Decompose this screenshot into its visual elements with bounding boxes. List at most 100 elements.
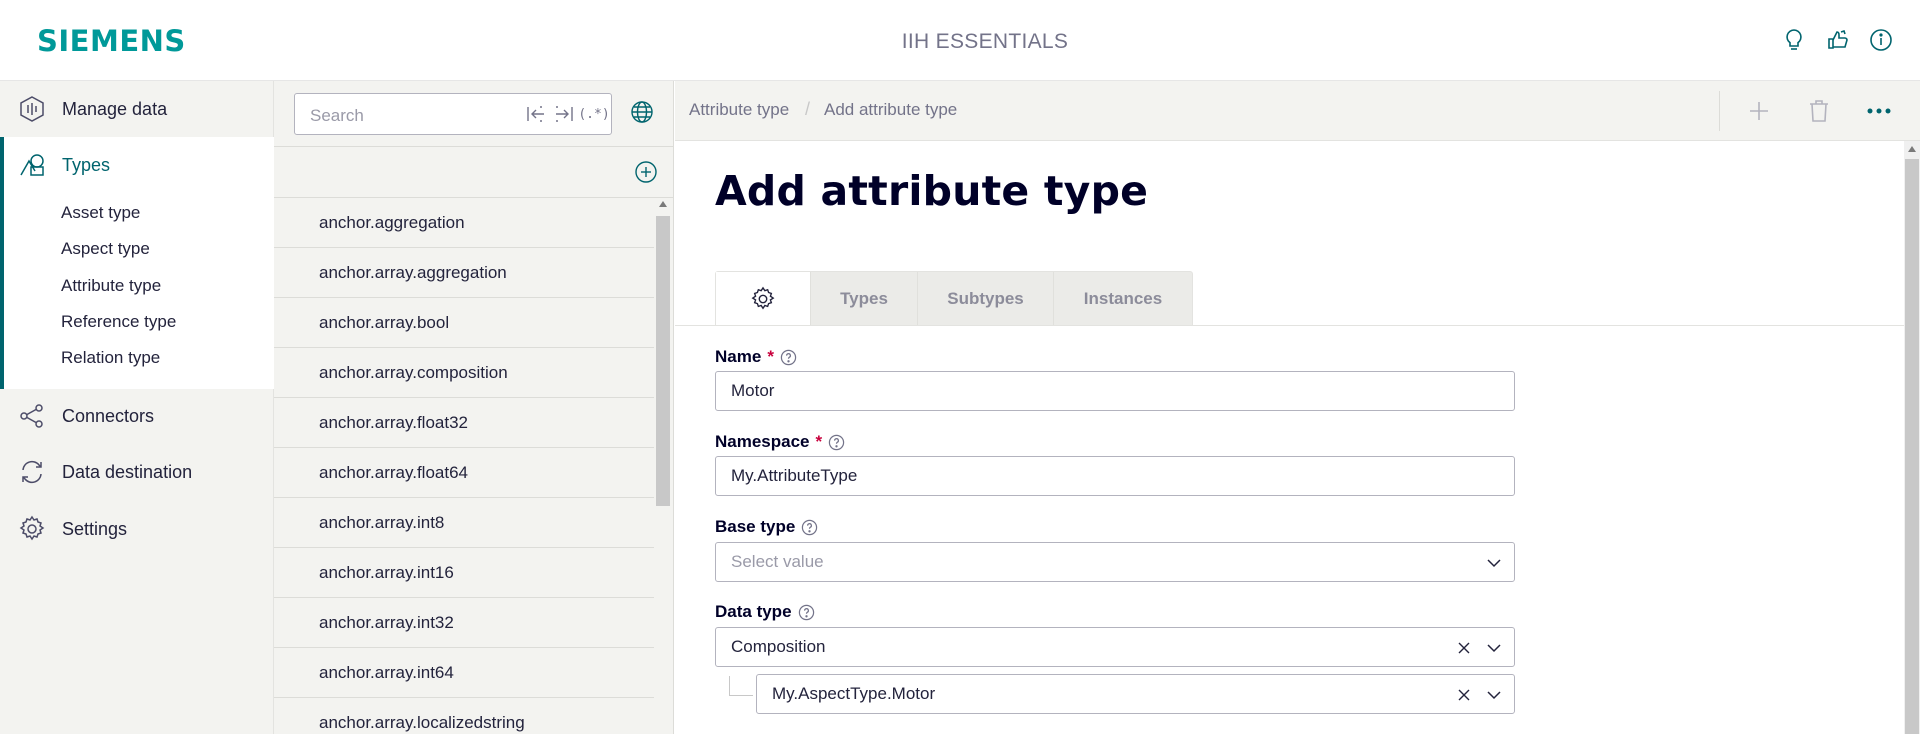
scrollbar-thumb[interactable] xyxy=(1905,159,1919,734)
list-item[interactable]: anchor.array.aggregation xyxy=(274,248,654,298)
required-marker: * xyxy=(815,432,823,451)
list-item[interactable]: anchor.array.bool xyxy=(274,298,654,348)
lightbulb-icon[interactable] xyxy=(1781,27,1807,53)
name-label: Name * xyxy=(715,347,797,367)
feedback-icon[interactable] xyxy=(1825,27,1851,53)
chevron-down-icon[interactable] xyxy=(1486,640,1502,656)
help-icon[interactable] xyxy=(801,519,818,536)
name-field[interactable]: Motor xyxy=(715,371,1515,411)
gear-icon xyxy=(18,515,46,543)
nav-item-connectors[interactable]: Connectors xyxy=(0,388,274,444)
detail-panel: Attribute type / Add attribute type Add … xyxy=(675,81,1920,734)
list-item[interactable]: anchor.array.int32 xyxy=(274,598,654,648)
globe-icon[interactable] xyxy=(629,99,657,127)
tab-bar: Types Subtypes Instances xyxy=(715,271,1193,326)
name-label-text: Name xyxy=(715,347,762,366)
scroll-up-arrow-icon[interactable] xyxy=(659,201,667,207)
sub-item-reference-type[interactable]: Reference type xyxy=(61,312,176,332)
help-icon[interactable] xyxy=(828,434,845,451)
list-item[interactable]: anchor.array.int8 xyxy=(274,498,654,548)
data-type-select[interactable]: Composition xyxy=(715,627,1515,667)
chevron-down-icon[interactable] xyxy=(1486,687,1502,703)
nav-item-manage-data[interactable]: Manage data xyxy=(0,81,274,137)
match-start-icon[interactable] xyxy=(525,103,547,125)
nav-item-types[interactable]: Types Asset type Aspect type Attribute t… xyxy=(0,137,274,389)
namespace-label-text: Namespace xyxy=(715,432,810,451)
search-placeholder: Search xyxy=(310,106,364,125)
sync-icon xyxy=(18,458,46,486)
base-type-placeholder: Select value xyxy=(731,552,824,571)
composition-reference-select[interactable]: My.AspectType.Motor xyxy=(756,674,1515,714)
base-type-label: Base type xyxy=(715,517,818,537)
page-title: Add attribute type xyxy=(715,167,1149,215)
required-marker: * xyxy=(767,347,774,366)
nav-item-settings[interactable]: Settings xyxy=(0,501,274,557)
info-icon[interactable] xyxy=(1868,27,1894,53)
namespace-label: Namespace * xyxy=(715,432,845,452)
namespace-value: My.AttributeType xyxy=(731,466,858,485)
content-scrollbar[interactable] xyxy=(1904,141,1920,734)
search-input[interactable]: Search (.*) xyxy=(294,93,612,135)
list-item[interactable]: anchor.array.float64 xyxy=(274,448,654,498)
chevron-down-icon[interactable] xyxy=(1486,555,1502,571)
breadcrumb-attribute-type[interactable]: Attribute type xyxy=(689,100,789,120)
namespace-field[interactable]: My.AttributeType xyxy=(715,456,1515,496)
nav-label: Manage data xyxy=(62,98,168,119)
list-item[interactable]: anchor.array.int64 xyxy=(274,648,654,698)
match-end-icon[interactable] xyxy=(553,103,575,125)
type-list-pane: Search (.*) anchor.aggregation anchor.ar… xyxy=(274,81,674,734)
top-header: SIEMENS IIH ESSENTIALS xyxy=(0,0,1920,81)
app-title: IIH ESSENTIALS xyxy=(901,30,1069,53)
nav-label: Data destination xyxy=(62,461,193,482)
add-icon[interactable] xyxy=(1745,97,1773,125)
share-nodes-icon xyxy=(18,402,46,430)
list-scrollbar[interactable] xyxy=(656,198,670,734)
list-item[interactable]: anchor.array.int16 xyxy=(274,548,654,598)
regex-toggle[interactable]: (.*) xyxy=(578,103,609,125)
help-icon[interactable] xyxy=(780,349,797,366)
help-icon[interactable] xyxy=(798,604,815,621)
type-list: anchor.aggregation anchor.array.aggregat… xyxy=(274,198,654,734)
sub-item-asset-type[interactable]: Asset type xyxy=(61,203,140,223)
gear-icon xyxy=(751,286,775,310)
clear-icon[interactable] xyxy=(1456,687,1472,703)
nav-label: Settings xyxy=(62,518,128,539)
data-type-label: Data type xyxy=(715,602,815,622)
breadcrumb-separator: / xyxy=(805,99,811,119)
list-item[interactable]: anchor.aggregation xyxy=(274,198,654,248)
nav-label: Connectors xyxy=(62,405,155,426)
tab-subtypes[interactable]: Subtypes xyxy=(918,272,1054,326)
content-toolbar: Attribute type / Add attribute type xyxy=(675,81,1920,141)
base-type-select[interactable]: Select value xyxy=(715,542,1515,582)
data-type-label-text: Data type xyxy=(715,602,792,621)
sub-item-relation-type[interactable]: Relation type xyxy=(61,348,160,368)
tab-instances[interactable]: Instances xyxy=(1054,272,1192,326)
list-item[interactable]: anchor.array.localizedstring xyxy=(274,698,654,734)
breadcrumb-current: Add attribute type xyxy=(824,100,958,119)
data-type-value: Composition xyxy=(731,637,826,656)
left-navigation: Manage data Types Asset type Aspect type… xyxy=(0,81,274,734)
tab-settings[interactable] xyxy=(716,272,811,326)
composition-reference-value: My.AspectType.Motor xyxy=(772,684,936,703)
tab-types[interactable]: Types xyxy=(811,272,918,326)
more-options-icon[interactable] xyxy=(1865,97,1893,125)
sub-item-aspect-type[interactable]: Aspect type xyxy=(61,239,150,259)
add-circle-icon[interactable] xyxy=(634,160,660,186)
sub-item-attribute-type[interactable]: Attribute type xyxy=(61,276,161,296)
scroll-up-arrow-icon[interactable] xyxy=(1908,146,1916,152)
types-icon xyxy=(18,151,46,179)
toolbar-divider xyxy=(1719,91,1720,131)
list-header xyxy=(274,146,674,198)
nav-label: Types xyxy=(62,155,111,175)
manage-data-icon xyxy=(18,95,46,123)
base-type-label-text: Base type xyxy=(715,517,796,536)
list-item[interactable]: anchor.array.composition xyxy=(274,348,654,398)
tree-connector xyxy=(729,676,753,696)
trash-icon[interactable] xyxy=(1805,97,1833,125)
tabs-divider xyxy=(675,325,1905,326)
nav-item-data-destination[interactable]: Data destination xyxy=(0,444,274,500)
clear-icon[interactable] xyxy=(1456,640,1472,656)
scrollbar-thumb[interactable] xyxy=(656,216,670,506)
list-item[interactable]: anchor.array.float32 xyxy=(274,398,654,448)
name-value: Motor xyxy=(731,381,775,400)
